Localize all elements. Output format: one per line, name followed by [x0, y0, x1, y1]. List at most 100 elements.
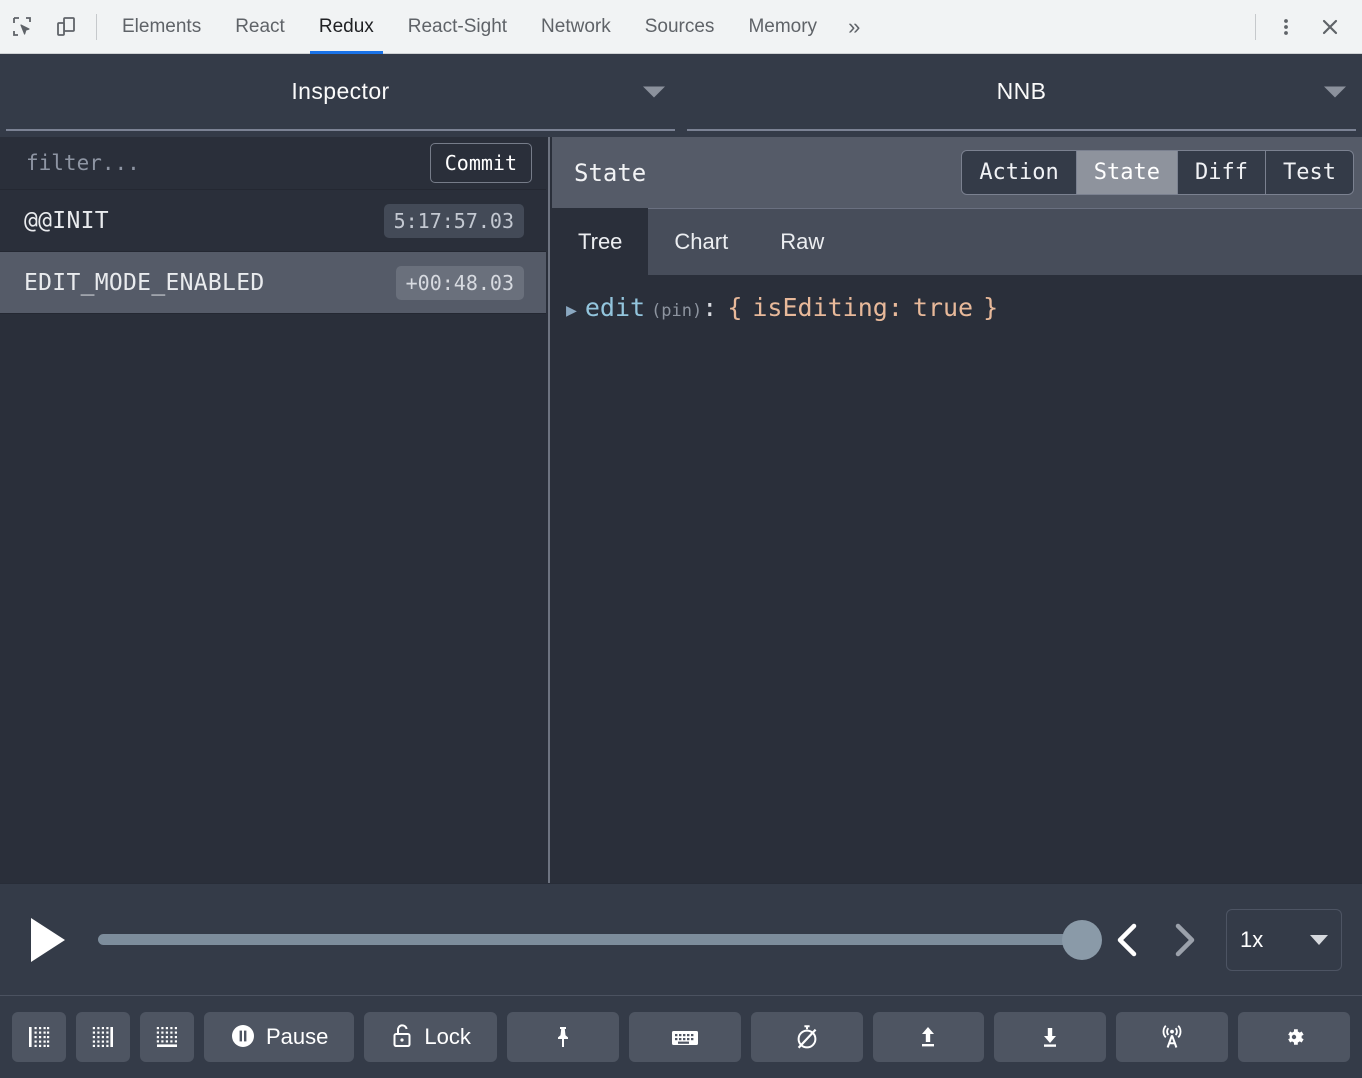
- tab-state[interactable]: State: [1076, 151, 1179, 194]
- inspector-tab-group: Action State Diff Test: [961, 150, 1354, 195]
- tree-child-key: isEditing:: [752, 293, 903, 322]
- pin-icon: [557, 1027, 568, 1047]
- devtools-tab-list: Elements React Redux React-Sight Network…: [105, 0, 834, 54]
- dock-left-icon: [29, 1027, 50, 1047]
- pause-button-label: Pause: [266, 1024, 329, 1049]
- unlock-icon: [390, 1023, 414, 1052]
- tree-open-brace: {: [727, 293, 743, 322]
- action-list-item[interactable]: @@INIT 5:17:57.03: [0, 190, 546, 252]
- tab-action[interactable]: Action: [962, 151, 1077, 194]
- action-list-item[interactable]: EDIT_MODE_ENABLED +00:48.03: [0, 252, 546, 314]
- devtools-toolbar: Elements React Redux React-Sight Network…: [0, 0, 1362, 54]
- time-travel-bar: 1x: [0, 883, 1362, 995]
- close-icon[interactable]: [1308, 5, 1352, 49]
- state-view-tabs: Tree Chart Raw: [552, 208, 1362, 275]
- chevron-down-icon: [643, 86, 665, 97]
- tree-child-value: true: [912, 293, 974, 322]
- action-timestamp: +00:48.03: [395, 265, 524, 300]
- time-slider[interactable]: [98, 912, 1102, 968]
- tab-chart[interactable]: Chart: [648, 209, 754, 275]
- state-pane: State Action State Diff Test Tree Chart …: [552, 137, 1362, 883]
- step-back-button[interactable]: [1100, 912, 1156, 968]
- keyboard-button[interactable]: [628, 1012, 741, 1062]
- upload-icon: [922, 1027, 935, 1047]
- dock-right-button[interactable]: [76, 1012, 130, 1062]
- tab-memory[interactable]: Memory: [731, 0, 834, 54]
- slider-thumb[interactable]: [1062, 919, 1102, 960]
- redux-devtools-window: Elements React Redux React-Sight Network…: [0, 0, 1362, 1078]
- instance-select-value: NNB: [996, 78, 1047, 104]
- tree-node-edit[interactable]: ▶ edit (pin) : { isEditing: true }: [552, 293, 1362, 322]
- tab-react-sight-label: React-Sight: [407, 15, 508, 37]
- devtools-toolbar-right: [1247, 5, 1362, 49]
- dock-right-icon: [92, 1027, 113, 1047]
- tab-memory-label: Memory: [748, 15, 818, 37]
- export-button[interactable]: [994, 1012, 1107, 1062]
- actions-pane: Commit @@INIT 5:17:57.03 EDIT_MODE_ENABL…: [0, 137, 546, 883]
- state-panel-title: State: [574, 158, 647, 187]
- actions-empty-space: [0, 314, 546, 883]
- monitor-header: Inspector NNB: [0, 54, 1362, 137]
- remote-button[interactable]: [1116, 1012, 1229, 1062]
- tab-react[interactable]: React: [218, 0, 302, 54]
- play-icon: [31, 917, 65, 962]
- action-timestamp: 5:17:57.03: [383, 203, 524, 238]
- tab-elements[interactable]: Elements: [105, 0, 218, 54]
- tab-network[interactable]: Network: [524, 0, 628, 54]
- tab-sources[interactable]: Sources: [628, 0, 732, 54]
- playback-speed-value: 1x: [1240, 926, 1264, 952]
- keyboard-icon: [671, 1031, 698, 1045]
- instance-select[interactable]: NNB: [687, 54, 1356, 131]
- filter-row: Commit: [0, 137, 546, 190]
- tab-elements-label: Elements: [122, 15, 202, 37]
- toolbar-divider-left: [96, 13, 97, 40]
- bottom-toolbar: Pause Lock: [0, 995, 1362, 1078]
- chevron-down-icon: [1310, 934, 1328, 945]
- action-name: EDIT_MODE_ENABLED: [24, 269, 265, 296]
- state-tree: ▶ edit (pin) : { isEditing: true }: [552, 275, 1362, 883]
- dock-left-button[interactable]: [12, 1012, 66, 1062]
- monitor-select[interactable]: Inspector: [6, 54, 675, 131]
- inspect-element-icon[interactable]: [0, 5, 44, 49]
- settings-button[interactable]: [1238, 1012, 1350, 1062]
- pause-icon: [230, 1023, 256, 1052]
- more-tabs-icon[interactable]: »: [834, 0, 874, 54]
- device-toolbar-icon[interactable]: [44, 5, 88, 49]
- more-options-icon[interactable]: [1264, 5, 1308, 49]
- download-icon: [1044, 1028, 1057, 1047]
- search-input[interactable]: [26, 151, 430, 175]
- tab-react-label: React: [235, 15, 285, 37]
- tab-redux[interactable]: Redux: [302, 0, 391, 54]
- tree-node-key: edit: [584, 293, 646, 322]
- main-body: Commit @@INIT 5:17:57.03 EDIT_MODE_ENABL…: [0, 137, 1362, 883]
- play-button[interactable]: [20, 912, 76, 968]
- tab-network-label: Network: [541, 15, 611, 37]
- pause-button[interactable]: Pause: [204, 1012, 355, 1062]
- tab-diff[interactable]: Diff: [1178, 151, 1267, 194]
- tab-tree[interactable]: Tree: [552, 208, 649, 275]
- tree-close-brace: }: [983, 293, 999, 322]
- tree-node-colon: :: [702, 293, 718, 322]
- toolbar-divider-right: [1255, 13, 1256, 40]
- dock-bottom-icon: [156, 1027, 177, 1047]
- playback-speed-select[interactable]: 1x: [1226, 908, 1342, 971]
- dispatch-timer-off-button[interactable]: [750, 1012, 863, 1062]
- chevron-down-icon: [1324, 86, 1346, 97]
- tab-redux-label: Redux: [318, 15, 374, 37]
- dock-bottom-button[interactable]: [140, 1012, 194, 1062]
- step-forward-button[interactable]: [1156, 912, 1212, 968]
- commit-button[interactable]: Commit: [429, 143, 532, 183]
- monitor-select-value: Inspector: [291, 78, 390, 104]
- tab-react-sight[interactable]: React-Sight: [391, 0, 524, 54]
- expand-arrow-icon[interactable]: ▶: [566, 302, 577, 320]
- import-button[interactable]: [872, 1012, 985, 1062]
- tab-test[interactable]: Test: [1266, 151, 1353, 194]
- lock-button[interactable]: Lock: [364, 1012, 497, 1062]
- broadcast-icon: [1162, 1025, 1182, 1048]
- tab-sources-label: Sources: [644, 15, 715, 37]
- stopwatch-off-icon: [797, 1025, 816, 1049]
- pin-button[interactable]: [506, 1012, 619, 1062]
- tab-raw[interactable]: Raw: [754, 209, 850, 275]
- gear-icon: [1288, 1029, 1304, 1045]
- tree-node-annotation: (pin): [651, 301, 703, 321]
